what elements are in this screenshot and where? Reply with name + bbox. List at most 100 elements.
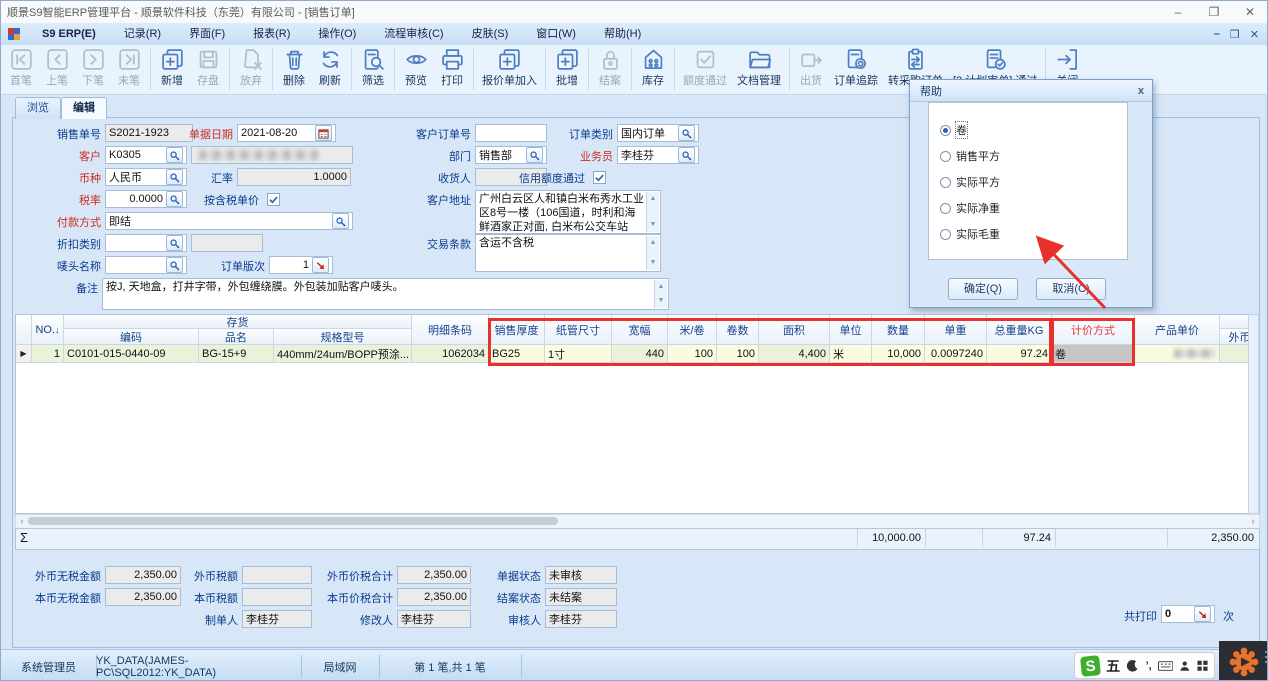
radio-icon[interactable] xyxy=(940,177,951,188)
moon-icon[interactable] xyxy=(1126,659,1139,673)
mark_name-lookup-button[interactable] xyxy=(166,257,183,273)
tab-browse[interactable]: 浏览 xyxy=(15,97,61,119)
close-button[interactable]: ✕ xyxy=(1233,1,1267,23)
discount_type-lookup-button[interactable] xyxy=(166,235,183,251)
scroll-up-icon[interactable]: ▲ xyxy=(650,192,657,206)
keyboard-icon[interactable] xyxy=(1158,660,1173,672)
toolbar-batch-add-button[interactable]: 批增 xyxy=(549,45,585,94)
tax_rate-field[interactable]: 0.0000 xyxy=(105,190,187,208)
doc_date-calendar-button[interactable] xyxy=(315,125,332,141)
cell-unit-price[interactable] xyxy=(1135,345,1220,363)
col-header-barcode[interactable]: 明细条码 xyxy=(412,315,489,345)
toolbar-trash-button[interactable]: 删除 xyxy=(276,45,312,94)
tax_included-checkbox[interactable] xyxy=(267,193,280,206)
cell-area[interactable]: 4,400 xyxy=(759,345,830,363)
cell-barcode[interactable]: 1062034 xyxy=(412,345,489,363)
recorder-menu-dots-icon[interactable] xyxy=(1265,651,1267,663)
print-count-spin-button[interactable] xyxy=(1194,606,1211,622)
cell-total-weight[interactable]: 97.24 xyxy=(987,345,1052,363)
menu-item-8[interactable]: 帮助(H) xyxy=(590,23,655,45)
col-header-rolls[interactable]: 卷数 xyxy=(717,315,759,345)
credit_pass-checkbox[interactable] xyxy=(593,171,606,184)
punctuation-icon[interactable]: ’, xyxy=(1146,660,1152,672)
toolbar-new-doc-button[interactable]: 新增 xyxy=(154,45,190,94)
remark-scrollbar[interactable]: ▲▼ xyxy=(654,280,667,308)
menu-item-2[interactable]: 界面(F) xyxy=(175,23,239,45)
scroll-down-icon[interactable]: ▼ xyxy=(658,294,665,308)
cell-code[interactable]: C0101-015-0440-09 xyxy=(64,345,199,363)
toolbar-quote-add-button[interactable]: 报价单加入 xyxy=(477,45,542,94)
menu-item-1[interactable]: 记录(R) xyxy=(110,23,175,45)
help-dialog-close-icon[interactable]: x xyxy=(1138,85,1144,97)
menu-item-4[interactable]: 操作(O) xyxy=(304,23,370,45)
radio-icon[interactable] xyxy=(940,151,951,162)
col-header-unit[interactable]: 单位 xyxy=(830,315,872,345)
trade_terms-scrollbar[interactable]: ▲▼ xyxy=(646,236,659,270)
col-header-thickness[interactable]: 销售厚度 xyxy=(489,315,545,345)
discount_type-field[interactable] xyxy=(105,234,187,252)
radio-icon[interactable] xyxy=(940,203,951,214)
col-header-tube[interactable]: 纸管尺寸 xyxy=(545,315,612,345)
scroll-thumb[interactable] xyxy=(28,517,558,525)
col-header-unit-weight[interactable]: 单重 xyxy=(925,315,987,345)
payment-field[interactable]: 即结 xyxy=(105,212,353,230)
col-header-width[interactable]: 宽幅 xyxy=(612,315,668,345)
scroll-down-icon[interactable]: ▼ xyxy=(650,256,657,270)
cell-row-selector[interactable]: ▶ xyxy=(16,345,32,363)
print-count-field[interactable]: 0 xyxy=(1161,605,1215,623)
help-dialog-titlebar[interactable]: 帮助 x xyxy=(910,80,1152,102)
cell-thickness[interactable]: BG25 xyxy=(489,345,545,363)
cell-tube[interactable]: 1寸 xyxy=(545,345,612,363)
person-icon[interactable] xyxy=(1179,660,1191,672)
order_version-field[interactable]: 1 xyxy=(269,256,333,274)
maximize-button[interactable]: ❐ xyxy=(1197,1,1231,23)
scroll-down-icon[interactable]: ▼ xyxy=(650,218,657,232)
sogou-logo-icon[interactable]: S xyxy=(1080,655,1101,677)
toolbar-refresh-button[interactable]: 刷新 xyxy=(312,45,348,94)
wubi-mode-icon[interactable]: 五 xyxy=(1106,656,1120,676)
cell-qty[interactable]: 10,000 xyxy=(872,345,925,363)
radio-option-1[interactable]: 销售平方 xyxy=(940,149,1000,163)
minimize-button[interactable]: – xyxy=(1161,1,1195,23)
menu-item-0[interactable]: S9 ERP(E) xyxy=(28,23,110,45)
col-header-total-weight[interactable]: 总重量KG xyxy=(987,315,1052,345)
cell-unit[interactable]: 米 xyxy=(830,345,872,363)
remark-textarea[interactable]: 按J, 天地盒，打井字带，外包缠绕膜。外包装加贴客户唛头。▲▼ xyxy=(102,278,669,310)
cell-rolls[interactable]: 100 xyxy=(717,345,759,363)
screen-recorder-widget[interactable] xyxy=(1219,641,1268,681)
col-header-unit-price[interactable]: 产品单价 xyxy=(1135,315,1220,345)
cell-spec[interactable]: 440mm/24um/BOPP预涂... xyxy=(274,345,412,363)
radio-icon[interactable] xyxy=(940,125,951,136)
col-header-mpr[interactable]: 米/卷 xyxy=(668,315,717,345)
grid-vertical-scrollbar[interactable] xyxy=(1248,314,1259,514)
cell-width[interactable]: 440 xyxy=(612,345,668,363)
radio-option-3[interactable]: 实际净重 xyxy=(940,201,1000,215)
radio-option-0[interactable]: 卷 xyxy=(940,123,967,137)
cell-no[interactable]: 1 xyxy=(32,345,64,363)
salesman-field[interactable]: 李桂芬 xyxy=(617,146,699,164)
radio-icon[interactable] xyxy=(940,229,951,240)
order_type-lookup-button[interactable] xyxy=(678,125,695,141)
order_type-field[interactable]: 国内订单 xyxy=(617,124,699,142)
col-header-code[interactable]: 编码 xyxy=(64,329,199,345)
mdi-minimize-button[interactable]: – xyxy=(1214,28,1220,40)
cell-name[interactable]: BG-15+9 xyxy=(199,345,274,363)
tab-edit[interactable]: 编辑 xyxy=(61,97,107,119)
doc_date-field[interactable]: 2021-08-20 xyxy=(237,124,336,142)
menu-item-3[interactable]: 报表(R) xyxy=(239,23,304,45)
toolbar-track-button[interactable]: 订单追踪 xyxy=(829,45,883,94)
mdi-close-button[interactable]: ✕ xyxy=(1250,28,1259,41)
trade_terms-textarea[interactable]: 含运不含税▲▼ xyxy=(475,234,661,272)
salesman-lookup-button[interactable] xyxy=(678,147,695,163)
ime-toolbar[interactable]: S 五 ’, xyxy=(1074,652,1215,679)
payment-lookup-button[interactable] xyxy=(332,213,349,229)
mark_name-field[interactable] xyxy=(105,256,187,274)
scroll-right-icon[interactable]: › xyxy=(1247,516,1259,527)
cell-pricing-mode[interactable]: 卷 xyxy=(1052,345,1135,363)
toolbar-preview-eye-button[interactable]: 预览 xyxy=(398,45,434,94)
col-header-pricing-mode[interactable]: 计价方式 xyxy=(1052,315,1135,345)
radio-option-2[interactable]: 实际平方 xyxy=(940,175,1000,189)
menu-item-7[interactable]: 窗口(W) xyxy=(522,23,590,45)
radio-option-4[interactable]: 实际毛重 xyxy=(940,227,1000,241)
scroll-up-icon[interactable]: ▲ xyxy=(658,280,665,294)
